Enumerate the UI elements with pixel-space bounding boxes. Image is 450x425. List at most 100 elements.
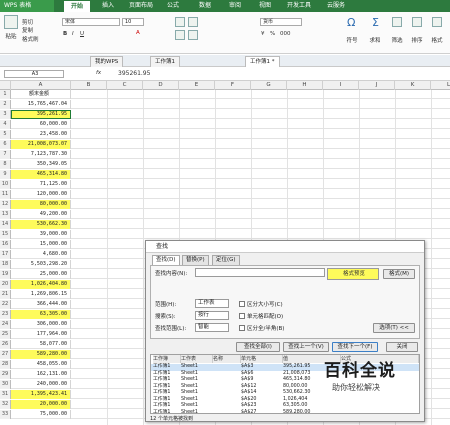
row-number[interactable]: 4 (0, 120, 11, 129)
number-format-select[interactable]: 货币 (260, 18, 302, 26)
row-number[interactable]: 29 (0, 370, 11, 379)
cell-a[interactable]: 25,000.00 (11, 270, 71, 279)
cell-a[interactable]: 39,000.00 (11, 230, 71, 239)
options-button[interactable]: 选项(T) << (373, 323, 415, 333)
cell-a[interactable]: 23,458.00 (11, 130, 71, 139)
cut-button[interactable]: 剪切 (22, 18, 40, 26)
row-number[interactable]: 3 (0, 110, 11, 119)
formula-input[interactable]: 395261.95 (118, 70, 150, 77)
cell-a[interactable]: 58,077.00 (11, 340, 71, 349)
cell-a[interactable]: 120,000.00 (11, 190, 71, 199)
row-number[interactable]: 14 (0, 220, 11, 229)
filter-icon[interactable] (392, 17, 402, 27)
copy-button[interactable]: 复制 (22, 26, 40, 34)
sort-label[interactable]: 排序 (410, 36, 424, 44)
column-header[interactable]: H (287, 81, 323, 90)
tab-workbook1-active[interactable]: 工作簿1 * (245, 56, 280, 67)
menu-4[interactable]: 数据 (192, 0, 218, 12)
format-button[interactable]: 格式(M) (383, 269, 415, 279)
symbol-label[interactable]: 符号 (345, 36, 359, 44)
menu-0[interactable]: 开始 (64, 1, 90, 12)
row-number[interactable]: 31 (0, 390, 11, 399)
format-label[interactable]: 格式 (430, 36, 444, 44)
row-number[interactable]: 28 (0, 360, 11, 369)
italic-button[interactable]: I (72, 31, 74, 37)
row-number[interactable]: 12 (0, 200, 11, 209)
cell-a[interactable]: 162,131.00 (11, 370, 71, 379)
row-number[interactable]: 26 (0, 340, 11, 349)
cell-a[interactable]: 额末金额 (11, 90, 71, 99)
row-number[interactable]: 18 (0, 260, 11, 269)
paste-icon[interactable] (4, 15, 18, 29)
column-header[interactable]: I (323, 81, 359, 90)
row-number[interactable]: 22 (0, 300, 11, 309)
font-color-button[interactable]: A (136, 30, 140, 36)
align-top-icon[interactable] (175, 17, 185, 27)
tab-replace[interactable]: 替换(P) (182, 255, 209, 265)
tab-workbook1[interactable]: 工作簿1 (150, 56, 180, 67)
row-number[interactable]: 19 (0, 270, 11, 279)
cell-a[interactable]: 366,444.00 (11, 300, 71, 309)
row-number[interactable]: 13 (0, 210, 11, 219)
row-number[interactable]: 21 (0, 290, 11, 299)
row-number[interactable]: 10 (0, 180, 11, 189)
row-number[interactable]: 5 (0, 130, 11, 139)
find-previous-button[interactable]: 查找上一个(V) (283, 342, 329, 352)
currency-button[interactable]: ¥ (261, 31, 265, 37)
symbol-icon[interactable]: Ω (347, 16, 355, 29)
results-column-header[interactable]: 工作簿 (153, 355, 181, 363)
select-all-corner[interactable] (0, 81, 11, 90)
row-number[interactable]: 30 (0, 380, 11, 389)
cell-a[interactable]: 589,280.00 (11, 350, 71, 359)
cell-a[interactable]: 15,765,467.04 (11, 100, 71, 109)
cell-a[interactable]: 80,000.00 (11, 200, 71, 209)
results-column-header[interactable]: 单元格 (241, 355, 283, 363)
case-checkbox[interactable] (239, 301, 245, 307)
font-select[interactable]: 宋体 (62, 18, 120, 26)
cell-a[interactable]: 75,000.00 (11, 410, 71, 419)
cell-a[interactable]: 60,000.00 (11, 120, 71, 129)
search-order-select[interactable]: 按行 (195, 311, 229, 320)
cell-a[interactable]: 63,305.00 (11, 310, 71, 319)
results-column-header[interactable]: 名称 (213, 355, 241, 363)
width-checkbox[interactable] (239, 325, 245, 331)
close-button[interactable]: 关闭 (386, 342, 418, 352)
sort-icon[interactable] (412, 17, 422, 27)
fx-icon[interactable]: fx (96, 70, 101, 76)
column-header[interactable]: E (179, 81, 215, 90)
cell-a[interactable]: 4,680.00 (11, 250, 71, 259)
align-middle-icon[interactable] (188, 17, 198, 27)
menu-3[interactable]: 公式 (160, 0, 186, 12)
menu-2[interactable]: 页面布局 (124, 0, 158, 12)
align-center-icon[interactable] (188, 30, 198, 40)
row-number[interactable]: 2 (0, 100, 11, 109)
cell-a[interactable]: 350,349.05 (11, 160, 71, 169)
column-header[interactable]: L (431, 81, 450, 90)
cell-a[interactable]: 15,000.00 (11, 240, 71, 249)
menu-1[interactable]: 插入 (94, 0, 122, 12)
menu-6[interactable]: 视图 (252, 0, 278, 12)
cell-a[interactable]: 1,395,423.41 (11, 390, 71, 399)
sum-label[interactable]: 求和 (368, 36, 382, 44)
cell-a[interactable]: 49,200.00 (11, 210, 71, 219)
row-number[interactable]: 9 (0, 170, 11, 179)
column-header[interactable]: B (71, 81, 107, 90)
cell-a[interactable]: 177,964.00 (11, 330, 71, 339)
format-icon[interactable] (432, 17, 442, 27)
column-header[interactable]: D (143, 81, 179, 90)
cell-a[interactable]: 395,261.95 (11, 110, 71, 119)
cell-a[interactable]: 240,000.00 (11, 380, 71, 389)
column-header[interactable]: F (215, 81, 251, 90)
cell-a[interactable]: 71,125.00 (11, 180, 71, 189)
row-number[interactable]: 27 (0, 350, 11, 359)
format-painter-button[interactable]: 格式刷 (22, 35, 46, 43)
row-number[interactable]: 32 (0, 400, 11, 409)
row-number[interactable]: 20 (0, 280, 11, 289)
sum-icon[interactable]: Σ (372, 16, 379, 29)
thousands-button[interactable]: 000 (280, 31, 291, 37)
paste-label[interactable]: 粘贴 (1, 32, 21, 40)
row-number[interactable]: 6 (0, 140, 11, 149)
font-size-select[interactable]: 10 (122, 18, 144, 26)
column-header[interactable]: K (395, 81, 431, 90)
column-header[interactable]: C (107, 81, 143, 90)
